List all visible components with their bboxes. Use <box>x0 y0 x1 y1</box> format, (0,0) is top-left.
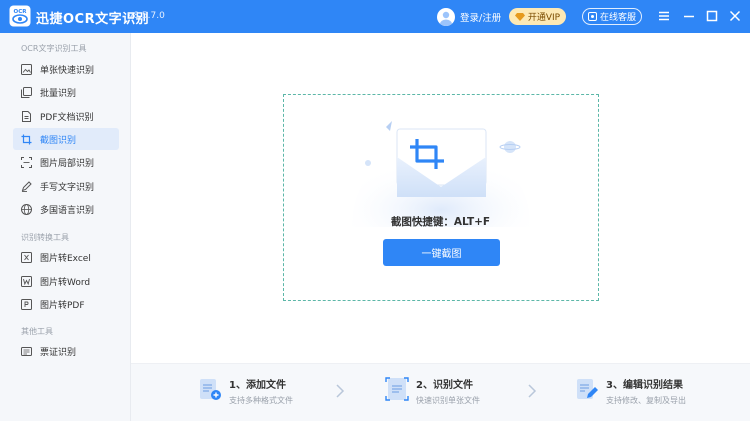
maximize-icon[interactable] <box>705 9 719 23</box>
service-label: 在线客服 <box>599 13 636 23</box>
sidebar-item-label: 多国语言识别 <box>40 205 95 216</box>
login-label: 登录/注册 <box>460 13 502 24</box>
step-title: 1、添加文件 <box>229 380 286 391</box>
app-version: v8.5.7.0 <box>128 11 165 21</box>
avatar-icon <box>437 8 455 26</box>
steps-bar: 1、添加文件 支持多种格式文件 2、识别文件 快速识别单张文件 3、编辑识别结果… <box>131 363 750 421</box>
edit-result-icon <box>577 379 598 399</box>
title-bar: OCR 迅捷OCR文字识别 v8.5.7.0 登录/注册 开通VIP 在线客服 <box>0 0 750 33</box>
headset-icon <box>587 12 597 21</box>
sidebar-item-ticket-recognition[interactable]: 票证识别 <box>13 340 119 362</box>
batch-icon <box>21 86 32 98</box>
sidebar-item-label: 图片局部识别 <box>40 158 95 169</box>
step-description: 支持多种格式文件 <box>229 396 293 405</box>
menu-icon[interactable] <box>657 9 671 23</box>
login-button[interactable]: 登录/注册 <box>437 7 501 27</box>
close-icon[interactable] <box>728 9 742 23</box>
pdf-file-icon <box>21 298 32 310</box>
online-service-button[interactable]: 在线客服 <box>582 8 642 25</box>
step-description: 支持修改、复制及导出 <box>606 396 686 405</box>
crop-icon <box>21 134 32 144</box>
sidebar-item-label: 批量识别 <box>40 88 77 99</box>
screenshot-illustration-icon <box>352 121 530 227</box>
sidebar-item-image-to-word[interactable]: 图片转Word <box>13 270 119 292</box>
image-icon <box>21 63 32 75</box>
excel-icon <box>21 251 32 263</box>
sidebar-item-label: 截图识别 <box>40 135 77 146</box>
sidebar-item-single-recognition[interactable]: 单张快速识别 <box>13 58 119 80</box>
globe-icon <box>21 203 32 215</box>
minimize-icon[interactable] <box>682 9 696 23</box>
sidebar-item-screenshot-recognition[interactable]: 截图识别 <box>13 128 119 150</box>
step-title: 2、识别文件 <box>416 380 473 391</box>
sidebar-item-label: 图片转Word <box>40 277 91 288</box>
diamond-icon <box>514 12 525 21</box>
sidebar-item-label: 单张快速识别 <box>40 65 95 76</box>
chevron-right-icon <box>336 384 345 398</box>
app-logo-icon: OCR <box>9 5 31 27</box>
pen-icon <box>21 180 32 192</box>
sidebar-item-image-to-pdf[interactable]: 图片转PDF <box>13 293 119 315</box>
pdf-icon <box>22 110 31 122</box>
svg-text:OCR: OCR <box>14 9 28 15</box>
sidebar-item-image-to-excel[interactable]: 图片转Excel <box>13 246 119 268</box>
hotkey-hint: 截图快捷键：ALT+F <box>390 216 491 228</box>
sidebar-group-title: OCR文字识别工具 <box>21 44 87 53</box>
sidebar-item-pdf-recognition[interactable]: PDF文档识别 <box>13 105 119 127</box>
sidebar-item-region-recognition[interactable]: 图片局部识别 <box>13 151 119 173</box>
recognize-file-icon <box>385 377 409 401</box>
sidebar-item-label: 票证识别 <box>40 347 77 358</box>
region-icon <box>21 156 32 168</box>
sidebar-item-label: PDF文档识别 <box>40 112 94 123</box>
sidebar-item-label: 图片转PDF <box>40 300 85 311</box>
sidebar-group-title: 其他工具 <box>21 327 53 336</box>
step-title: 3、编辑识别结果 <box>606 380 683 391</box>
sidebar-item-multilingual-recognition[interactable]: 多国语言识别 <box>13 198 119 220</box>
add-file-icon <box>200 379 221 400</box>
one-click-capture-button[interactable]: 一键截图 <box>383 239 500 266</box>
ticket-icon <box>21 346 32 356</box>
sidebar-item-label: 手写文字识别 <box>40 182 95 193</box>
sidebar: OCR文字识别工具 单张快速识别 批量识别 PDF文档识别 截图识别 图片局部识… <box>0 33 131 421</box>
step-edit-result: 3、编辑识别结果 支持修改、复制及导出 <box>574 376 686 406</box>
step-description: 快速识别单张文件 <box>416 396 480 405</box>
word-icon <box>21 275 32 287</box>
step-add-file: 1、添加文件 支持多种格式文件 <box>197 376 293 406</box>
main-content: 截图快捷键：ALT+F 一键截图 <box>131 33 750 363</box>
chevron-right-icon <box>528 384 537 398</box>
sidebar-item-handwriting-recognition[interactable]: 手写文字识别 <box>13 175 119 197</box>
sidebar-group-title: 识别转换工具 <box>21 233 69 242</box>
step-recognize-file: 2、识别文件 快速识别单张文件 <box>384 376 480 406</box>
vip-button[interactable]: 开通VIP <box>509 8 566 25</box>
sidebar-item-label: 图片转Excel <box>40 253 91 264</box>
vip-label: 开通VIP <box>527 13 561 23</box>
sidebar-item-batch-recognition[interactable]: 批量识别 <box>13 81 119 103</box>
